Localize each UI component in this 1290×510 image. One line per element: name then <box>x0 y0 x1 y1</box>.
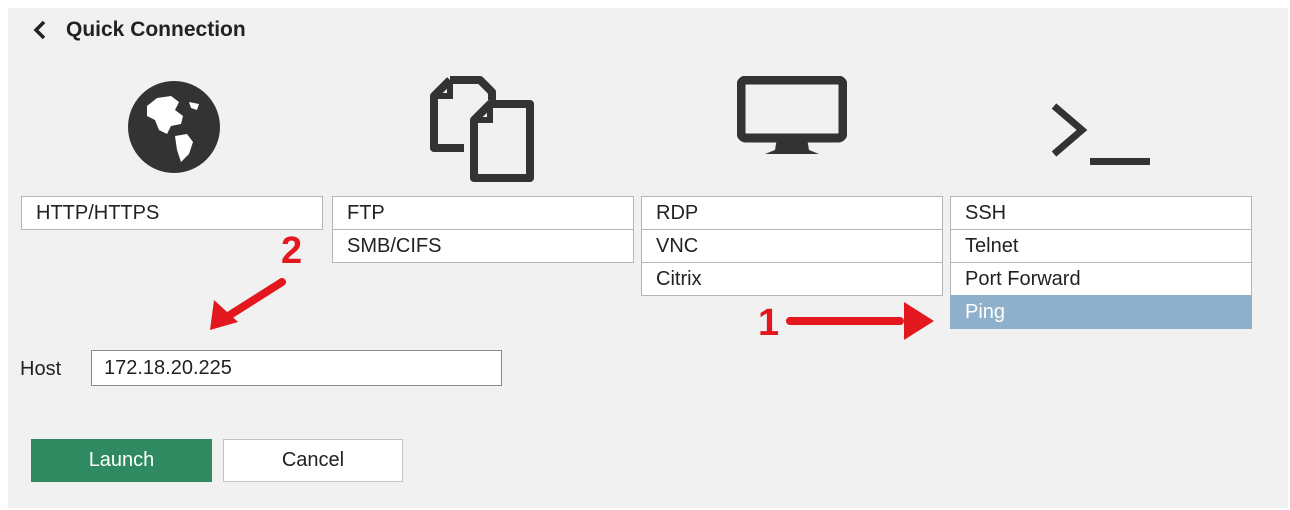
arrow-step-2 <box>210 278 286 330</box>
annotation-number-1: 1 <box>758 302 780 344</box>
arrow-step-1 <box>786 302 934 340</box>
annotation-arrows <box>210 278 934 340</box>
annotation-number-2: 2 <box>281 230 303 272</box>
